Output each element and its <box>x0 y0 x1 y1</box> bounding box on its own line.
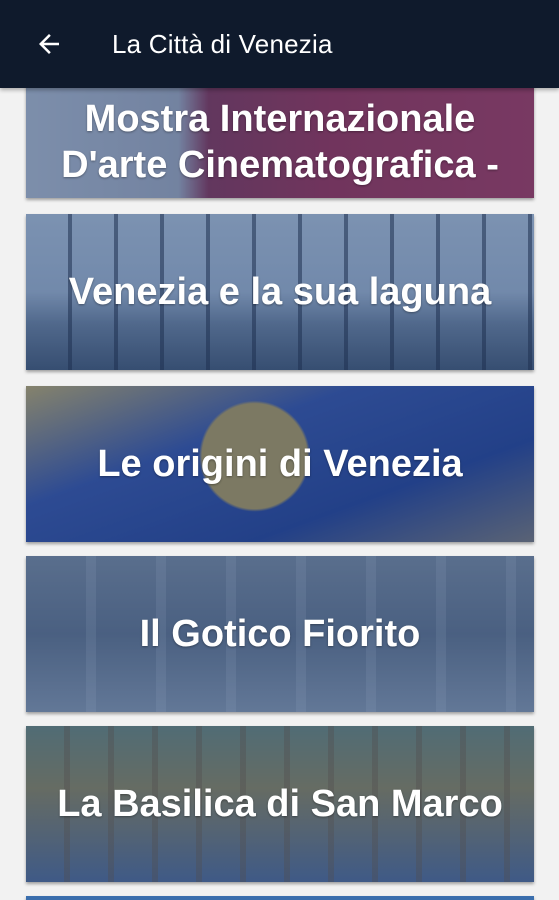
page-title: La Città di Venezia <box>112 28 333 59</box>
card-origini-venezia[interactable]: Le origini di Venezia <box>26 386 534 542</box>
card-list[interactable]: Mostra Internazionale D'arte Cinematogra… <box>0 88 559 900</box>
card-title: Il Gotico Fiorito <box>139 612 421 655</box>
card-basilica-san-marco[interactable]: La Basilica di San Marco <box>26 726 534 882</box>
card-gotico-fiorito[interactable]: Il Gotico Fiorito <box>26 556 534 712</box>
card-title: Venezia e la sua laguna <box>68 270 492 313</box>
card-venezia-laguna[interactable]: Venezia e la sua laguna <box>26 214 534 370</box>
back-button[interactable] <box>0 0 100 88</box>
card-title: La Basilica di San Marco <box>57 782 503 825</box>
card-next[interactable] <box>26 896 534 900</box>
card-mostra-cinema[interactable]: Mostra Internazionale D'arte Cinematogra… <box>26 88 534 198</box>
card-title: Mostra Internazionale D'arte Cinematogra… <box>61 98 499 187</box>
card-title: Le origini di Venezia <box>97 442 463 485</box>
app-bar: La Città di Venezia <box>0 0 559 88</box>
arrow-left-icon <box>39 34 59 54</box>
card-image <box>26 896 534 900</box>
